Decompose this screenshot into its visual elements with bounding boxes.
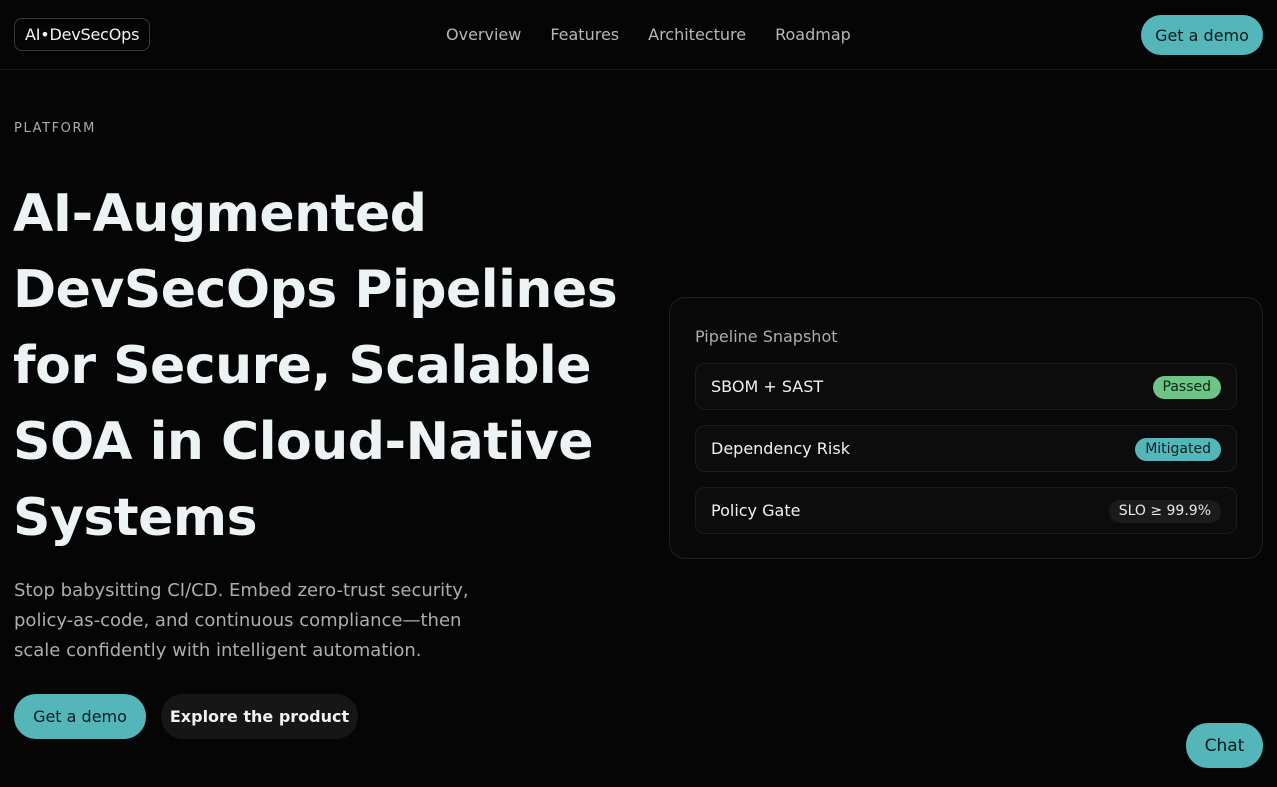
chat-button[interactable]: Chat [1186, 723, 1263, 768]
top-navigation-bar: AI•DevSecOps Overview Features Architect… [0, 0, 1277, 70]
snapshot-row-sbom-sast: SBOM + SAST Passed [695, 363, 1237, 410]
hero-get-demo-button[interactable]: Get a demo [14, 694, 146, 739]
nav-roadmap-link[interactable]: Roadmap [775, 24, 851, 46]
primary-navigation: Overview Features Architecture Roadmap [446, 24, 880, 46]
hero-title: AI-Augmented DevSecOps Pipelines for Sec… [13, 184, 618, 548]
snapshot-row-label: Policy Gate [711, 501, 801, 520]
snapshot-row-label: SBOM + SAST [711, 377, 824, 396]
snapshot-row-policy-gate: Policy Gate SLO ≥ 99.9% [695, 487, 1237, 534]
nav-architecture-link[interactable]: Architecture [648, 24, 746, 46]
explore-product-button[interactable]: Explore the product [161, 694, 358, 739]
nav-features-link[interactable]: Features [550, 24, 619, 46]
brand-logo[interactable]: AI•DevSecOps [14, 18, 151, 51]
status-badge-passed: Passed [1152, 376, 1221, 399]
status-badge-slo: SLO ≥ 99.9% [1108, 500, 1221, 523]
hero-kicker: PLATFORM [14, 121, 96, 136]
pipeline-snapshot-title: Pipeline Snapshot [695, 327, 838, 346]
header-get-demo-button[interactable]: Get a demo [1141, 15, 1263, 55]
hero-description: Stop babysitting CI/CD. Embed zero-trust… [14, 580, 469, 661]
pipeline-snapshot-card: Pipeline Snapshot SBOM + SAST Passed Dep… [669, 297, 1263, 559]
status-badge-mitigated: Mitigated [1135, 438, 1221, 461]
snapshot-row-label: Dependency Risk [711, 439, 850, 458]
snapshot-row-dependency-risk: Dependency Risk Mitigated [695, 425, 1237, 472]
nav-overview-link[interactable]: Overview [446, 24, 521, 46]
